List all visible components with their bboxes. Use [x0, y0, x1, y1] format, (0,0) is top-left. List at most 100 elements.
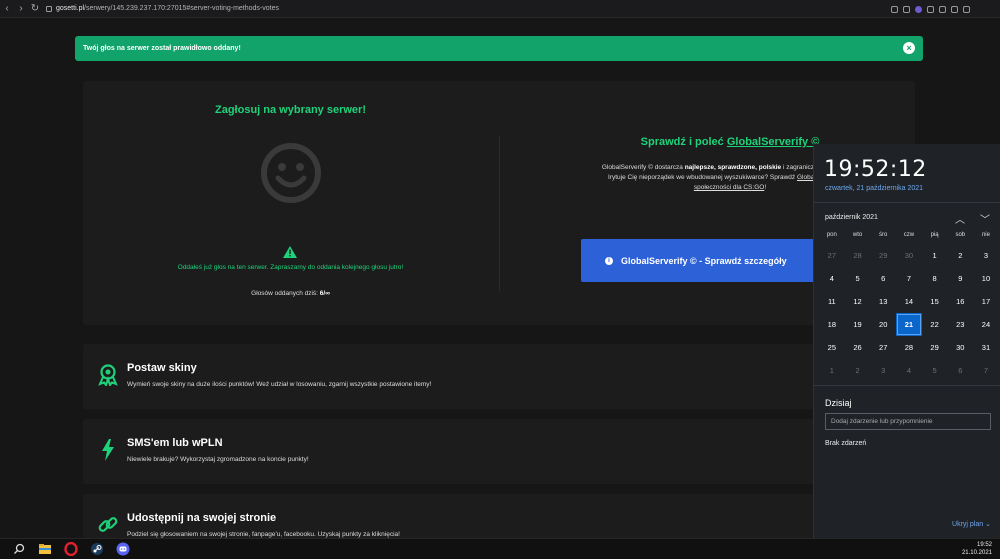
weekday-label: wto	[852, 232, 863, 238]
calendar-day[interactable]: 6	[947, 359, 973, 382]
calendar-day[interactable]: 4	[819, 267, 845, 290]
lock-icon	[46, 5, 52, 12]
calendar-day[interactable]: 30	[896, 244, 922, 267]
event-input[interactable]	[825, 413, 991, 430]
link-icon	[98, 517, 118, 532]
heart-icon[interactable]	[939, 5, 946, 13]
feature-sms[interactable]: SMS'em lub wPLN Niewiele brakuje? Wykorz…	[83, 419, 915, 484]
lightning-icon	[102, 439, 114, 461]
calendar-week: 27 28 29 30 1 2 3	[819, 244, 999, 267]
globalserverify-details-button[interactable]: i GlobalServerify © - Sprawdź szczegóły	[581, 239, 831, 282]
calendar-day[interactable]: 11	[819, 290, 845, 313]
calendar-month[interactable]: październik 2021	[825, 214, 878, 221]
calendar-day[interactable]: 4	[896, 359, 922, 382]
calendar-day[interactable]: 2	[845, 359, 871, 382]
hide-plan-button[interactable]: Ukryj plan ⌄	[952, 520, 991, 528]
calendar-day[interactable]: 24	[973, 313, 999, 336]
calendar-day[interactable]: 15	[922, 290, 948, 313]
reload-icon[interactable]: ↻	[28, 0, 42, 18]
feature-description: Niewiele brakuje? Wykorzystaj zgromadzon…	[127, 456, 309, 463]
address-bar[interactable]: gosetti.pl/serwery/145.239.237.170:27015…	[56, 5, 279, 12]
vote-title: Zagłosuj na wybrany serwer!	[215, 104, 366, 116]
clock-time: 19:52:12	[824, 157, 927, 182]
calendar-day[interactable]: 25	[819, 336, 845, 359]
community-link[interactable]: społeczności dla CS:GO	[694, 184, 764, 191]
tray-clock[interactable]: 19:52 21.10.2021	[962, 541, 992, 557]
calendar-day[interactable]: 3	[973, 244, 999, 267]
calendar-day[interactable]: 31	[973, 336, 999, 359]
weekday-label: pią	[930, 232, 939, 238]
feature-title: Udostępnij na swojej stronie	[127, 512, 277, 524]
feature-description: Wymień swoje skiny na duże ilości punktó…	[127, 381, 432, 388]
vote-count: Głosów oddanych dziś: 6/∞	[251, 290, 330, 297]
calendar-week: 1234567	[819, 359, 999, 382]
calendar-day[interactable]: 19	[845, 313, 871, 336]
browser-toolbar: ‹ › ↻ gosetti.pl/serwery/145.239.237.170…	[0, 0, 1000, 18]
discord-icon[interactable]	[116, 542, 130, 556]
opera-icon[interactable]	[64, 542, 78, 556]
calendar-day[interactable]: 27	[870, 336, 896, 359]
calendar-week: 18 19 20 21 22 23 24	[819, 313, 999, 336]
extension-icon[interactable]	[927, 5, 934, 13]
calendar-day[interactable]: 5	[922, 359, 948, 382]
calendar-day[interactable]: 7	[896, 267, 922, 290]
calendar-day[interactable]: 10	[973, 267, 999, 290]
calendar-day[interactable]: 8	[922, 267, 948, 290]
calendar-day[interactable]: 23	[947, 313, 973, 336]
calendar-day[interactable]: 16	[947, 290, 973, 313]
close-icon[interactable]: ×	[903, 42, 915, 54]
chevron-down-icon: ⌄	[985, 521, 991, 528]
vpn-icon[interactable]	[915, 5, 922, 13]
vote-count-value: 6/∞	[319, 290, 330, 297]
calendar-day[interactable]: 17	[973, 290, 999, 313]
calendar-day[interactable]: 28	[845, 244, 871, 267]
search-icon[interactable]	[12, 542, 26, 556]
calendar-day[interactable]: 3	[870, 359, 896, 382]
weekday-label: nie	[981, 232, 990, 238]
chevron-down-icon[interactable]: ﹀	[980, 211, 990, 226]
calendar-day[interactable]: 29	[922, 336, 948, 359]
calendar-day[interactable]: 1	[819, 359, 845, 382]
calendar-day[interactable]: 5	[845, 267, 871, 290]
calendar-day[interactable]: 29	[870, 244, 896, 267]
globalserverify-link[interactable]: GlobalServerify ©	[727, 136, 819, 148]
steam-icon[interactable]	[90, 542, 104, 556]
calendar-day[interactable]: 28	[896, 336, 922, 359]
button-label: GlobalServerify © - Sprawdź szczegóły	[621, 255, 787, 266]
calendar-day[interactable]: 22	[922, 313, 948, 336]
calendar-day[interactable]: 7	[973, 359, 999, 382]
calendar-day[interactable]: 1	[922, 244, 948, 267]
calendar-day[interactable]: 20	[870, 313, 896, 336]
calendar-day-today[interactable]: 21	[896, 313, 922, 336]
calendar-day[interactable]: 27	[819, 244, 845, 267]
camera-icon[interactable]	[903, 5, 910, 13]
forward-icon[interactable]: ›	[14, 0, 28, 18]
filter-icon[interactable]	[891, 5, 898, 13]
clock-date[interactable]: czwartek, 21 października 2021	[825, 185, 923, 192]
alert-text: Twój głos na serwer został prawidłowo od…	[83, 45, 241, 52]
feature-title: Postaw skiny	[127, 362, 197, 374]
back-icon[interactable]: ‹	[0, 0, 14, 18]
calendar-day[interactable]: 9	[947, 267, 973, 290]
calendar-day[interactable]: 13	[870, 290, 896, 313]
vote-card: Zagłosuj na wybrany serwer! Oddałeś już …	[83, 81, 915, 325]
file-explorer-icon[interactable]	[38, 542, 52, 556]
calendar-day[interactable]: 30	[947, 336, 973, 359]
chevron-up-icon[interactable]: ︿	[955, 211, 965, 226]
calendar-day[interactable]: 2	[947, 244, 973, 267]
divider	[814, 385, 1000, 386]
menu-icon[interactable]	[963, 5, 970, 13]
weekday-label: śro	[879, 232, 888, 238]
vote-message: Oddałeś już głos na ten serwer. Zaprasza…	[177, 264, 404, 271]
feature-skins[interactable]: Postaw skiny Wymień swoje skiny na duże …	[83, 344, 915, 409]
calendar-day[interactable]: 6	[870, 267, 896, 290]
download-icon[interactable]	[951, 5, 958, 13]
calendar-day[interactable]: 12	[845, 290, 871, 313]
calendar-day[interactable]: 18	[819, 313, 845, 336]
divider	[814, 202, 1000, 203]
taskbar: 19:52 21.10.2021	[0, 538, 1000, 559]
calendar-day[interactable]: 26	[845, 336, 871, 359]
calendar-week: 4 5 6 7 8 9 10	[819, 267, 999, 290]
divider	[499, 136, 500, 291]
calendar-day[interactable]: 14	[896, 290, 922, 313]
